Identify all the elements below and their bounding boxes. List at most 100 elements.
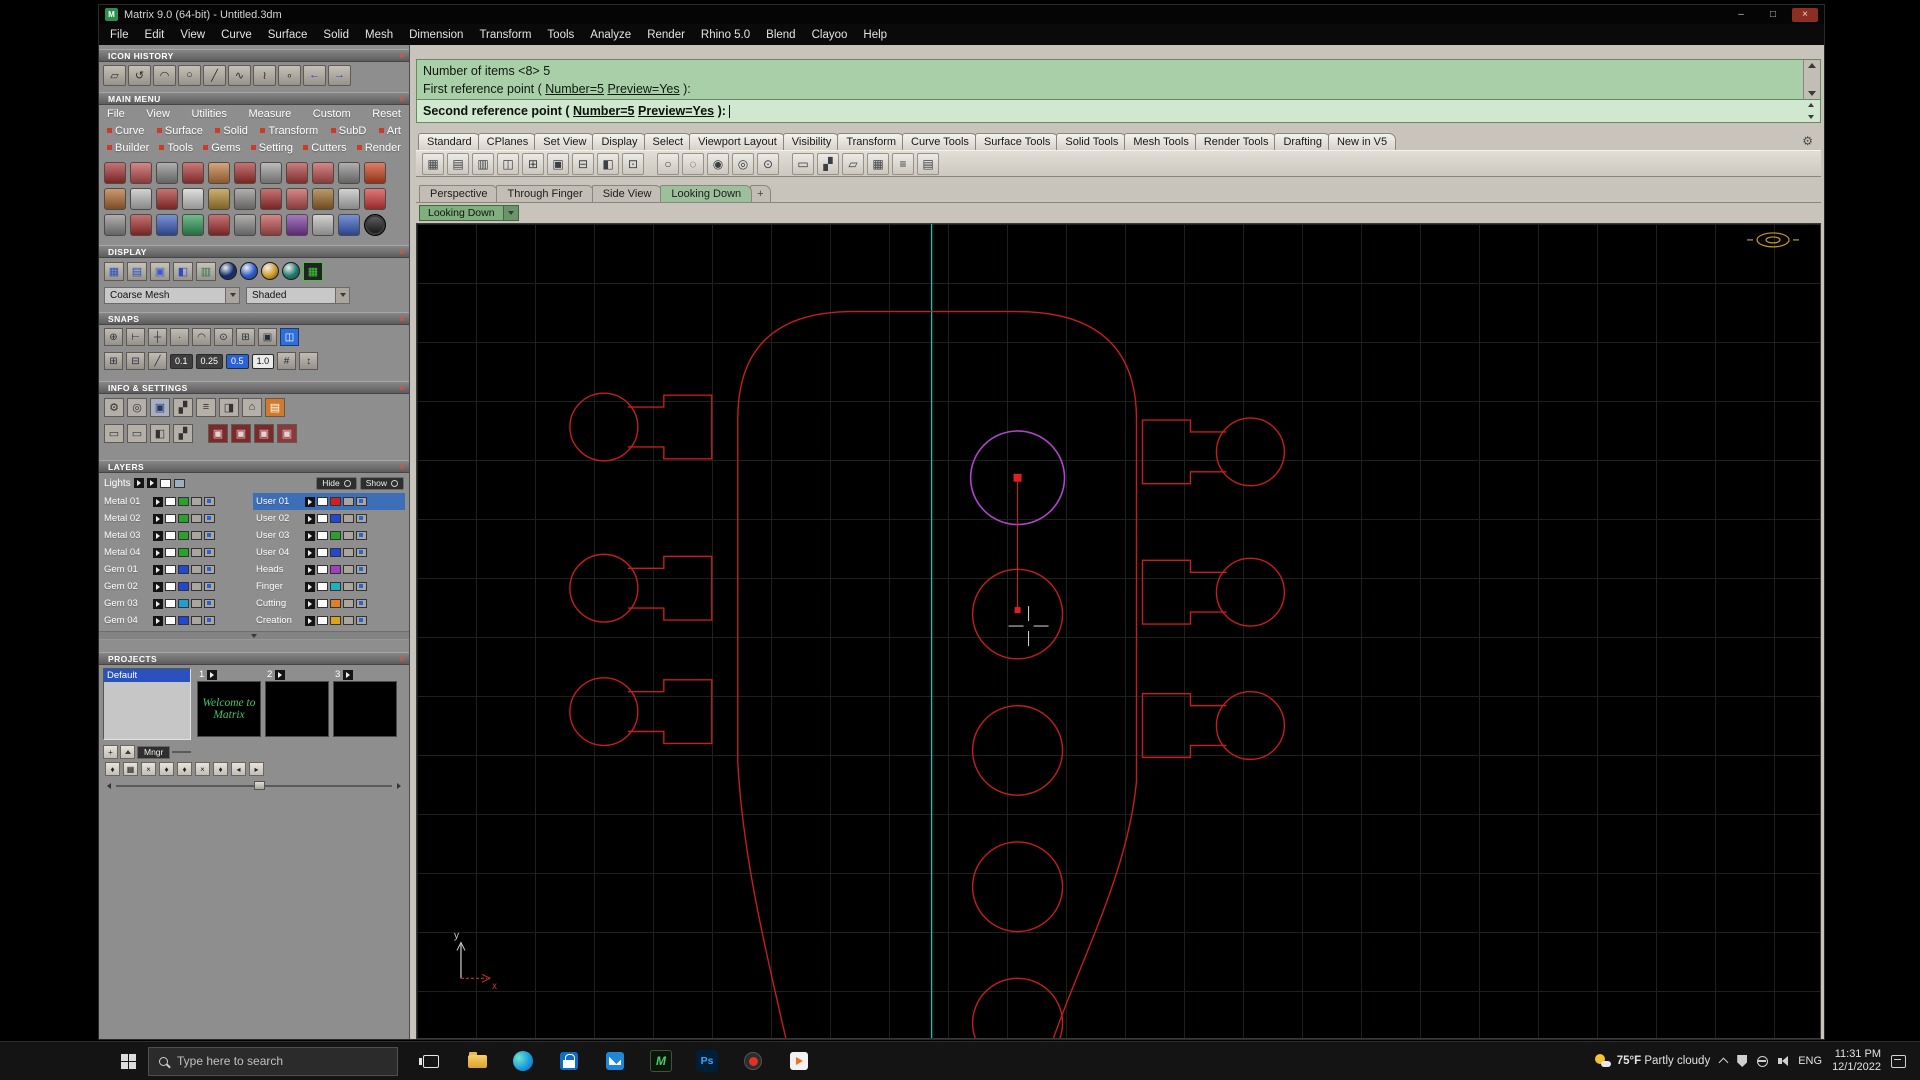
toolbar-icon-3[interactable]: ◫ — [497, 153, 519, 175]
toolbar-tab-new-in-v5[interactable]: New in V5 — [1328, 133, 1396, 150]
layer-visibility-chip[interactable] — [317, 531, 328, 540]
layer-lock-icon[interactable] — [343, 599, 354, 608]
layer-color-chip[interactable] — [330, 497, 341, 506]
tool-icon[interactable] — [182, 162, 204, 184]
circle-icon[interactable]: ○ — [178, 65, 201, 86]
layer-row-gem-01[interactable]: Gem 01 — [101, 561, 253, 578]
menu-tools[interactable]: Tools — [539, 24, 582, 45]
layer-lock-icon[interactable] — [343, 616, 354, 625]
layer-expand-button[interactable] — [305, 616, 315, 626]
arc-up-icon[interactable]: ◠ — [153, 65, 176, 86]
main-menu-transform[interactable]: Transform — [260, 125, 318, 137]
panel-header-display[interactable]: DISPLAY × — [99, 245, 409, 258]
snap-increment-0-1[interactable]: 0.1 — [170, 354, 193, 369]
layer-row-heads[interactable]: Heads — [253, 561, 405, 578]
toolbar-tab-select[interactable]: Select — [644, 133, 693, 150]
toolbar-icon-0[interactable]: ▦ — [422, 153, 444, 175]
toolbar-icon-16[interactable]: ▱ — [842, 153, 864, 175]
project-toolbar-button[interactable]: ♦ — [213, 762, 228, 776]
info-settings-icon[interactable]: ⌂ — [242, 398, 262, 417]
snap-icon[interactable]: ⊞ — [104, 352, 123, 370]
layer-visibility-chip[interactable] — [317, 548, 328, 557]
snap-icon[interactable]: ▣ — [258, 328, 277, 346]
compass-gumball-icon[interactable] — [1747, 233, 1799, 247]
layer-expand-button[interactable] — [153, 616, 163, 626]
main-menu-reset[interactable]: Reset — [372, 108, 401, 120]
menu-curve[interactable]: Curve — [213, 24, 260, 45]
layer-expand-button[interactable] — [153, 548, 163, 558]
render-style-sphere-icon[interactable] — [282, 262, 300, 280]
tool-icon[interactable] — [182, 188, 204, 210]
layer-row-user-03[interactable]: User 03 — [253, 527, 405, 544]
project-preview[interactable]: Welcome to Matrix — [197, 681, 261, 737]
panel-header-layers[interactable]: LAYERS × — [99, 460, 409, 473]
command-option-link[interactable]: Preview=Yes — [607, 82, 679, 96]
info-settings-icon[interactable]: ◧ — [150, 424, 170, 443]
file-explorer-button[interactable] — [454, 1042, 500, 1080]
toolbar-tab-display[interactable]: Display — [592, 133, 646, 150]
main-menu-art[interactable]: Art — [379, 125, 401, 137]
info-settings-icon[interactable]: ▣ — [231, 424, 251, 443]
toolbar-tab-drafting[interactable]: Drafting — [1274, 133, 1331, 150]
toolbar-tab-mesh-tools[interactable]: Mesh Tools — [1124, 133, 1197, 150]
layer-visibility-chip[interactable] — [165, 497, 176, 506]
tool-icon[interactable] — [208, 162, 230, 184]
viewport-tab-through-finger[interactable]: Through Finger — [496, 185, 593, 202]
tool-icon[interactable] — [156, 162, 178, 184]
menu-solid[interactable]: Solid — [315, 24, 357, 45]
toolbar-icon-5[interactable]: ▣ — [547, 153, 569, 175]
matrix-app-button[interactable]: M — [638, 1042, 684, 1080]
info-settings-icon[interactable]: ◎ — [127, 398, 147, 417]
toolbar-icon-10[interactable]: ◌ — [682, 153, 704, 175]
command-option-link[interactable]: Number=5 — [573, 104, 634, 118]
menu-edit[interactable]: Edit — [137, 24, 173, 45]
layer-material-icon[interactable] — [356, 616, 367, 625]
snap-icon[interactable]: ⊢ — [126, 328, 145, 346]
layer-material-icon[interactable] — [356, 548, 367, 557]
command-scrollbar[interactable] — [1803, 60, 1820, 99]
project-toolbar-button[interactable]: ♦ — [105, 762, 120, 776]
layer-material-icon[interactable] — [356, 531, 367, 540]
toolbar-tab-set-view[interactable]: Set View — [534, 133, 595, 150]
toolbar-icon-14[interactable]: ▭ — [792, 153, 814, 175]
layer-lock-icon[interactable] — [343, 497, 354, 506]
toolbar-icon-12[interactable]: ◎ — [732, 153, 754, 175]
render-style-sphere-icon[interactable] — [219, 262, 237, 280]
red-curve-geometry[interactable] — [570, 312, 1284, 1038]
lights-color-chip[interactable] — [160, 479, 171, 488]
media-player-button[interactable] — [776, 1042, 822, 1080]
layer-lock-icon[interactable] — [191, 531, 202, 540]
viewport-canvas[interactable]: y x — [416, 223, 1821, 1039]
tray-expand-chevron-icon[interactable] — [1719, 1058, 1729, 1068]
store-button[interactable] — [546, 1042, 592, 1080]
info-settings-icon[interactable]: ▣ — [277, 424, 297, 443]
info-settings-icon[interactable]: ▣ — [150, 398, 170, 417]
snap-icon[interactable]: ⊞ — [236, 328, 255, 346]
display-mode-icon[interactable]: ▣ — [150, 262, 170, 281]
taskbar-search-input[interactable]: Type here to search — [148, 1047, 398, 1076]
tool-icon[interactable] — [130, 162, 152, 184]
toolbar-icon-19[interactable]: ▤ — [917, 153, 939, 175]
render-style-sphere-icon[interactable] — [261, 262, 279, 280]
main-menu-cutters[interactable]: Cutters — [303, 142, 346, 154]
layer-material-icon[interactable] — [204, 565, 215, 574]
toolbar-icon-18[interactable]: ≡ — [892, 153, 914, 175]
command-history[interactable]: Number of items <8> 5First reference poi… — [416, 59, 1821, 100]
grid-display-icon[interactable]: ▦ — [303, 262, 323, 281]
project-slot-arrow-button[interactable] — [275, 670, 285, 680]
viewport-tab-looking-down[interactable]: Looking Down — [660, 185, 752, 202]
command-option-link[interactable]: Preview=Yes — [638, 104, 714, 118]
security-shield-icon[interactable] — [1737, 1055, 1747, 1067]
close-icon[interactable]: × — [399, 313, 405, 325]
layer-row-user-04[interactable]: User 04 — [253, 544, 405, 561]
layer-visibility-chip[interactable] — [165, 548, 176, 557]
display-mode-icon[interactable]: ◧ — [173, 262, 193, 281]
menu-blend[interactable]: Blend — [758, 24, 803, 45]
command-prompt-input[interactable]: Second reference point ( Number=5 Previe… — [416, 100, 1821, 123]
second-reference-point[interactable] — [1015, 607, 1021, 613]
toolbar-icon-9[interactable]: ○ — [657, 153, 679, 175]
layer-lock-icon[interactable] — [343, 565, 354, 574]
layer-expand-button[interactable] — [305, 582, 315, 592]
layer-material-icon[interactable] — [204, 599, 215, 608]
tool-icon[interactable] — [364, 214, 386, 236]
